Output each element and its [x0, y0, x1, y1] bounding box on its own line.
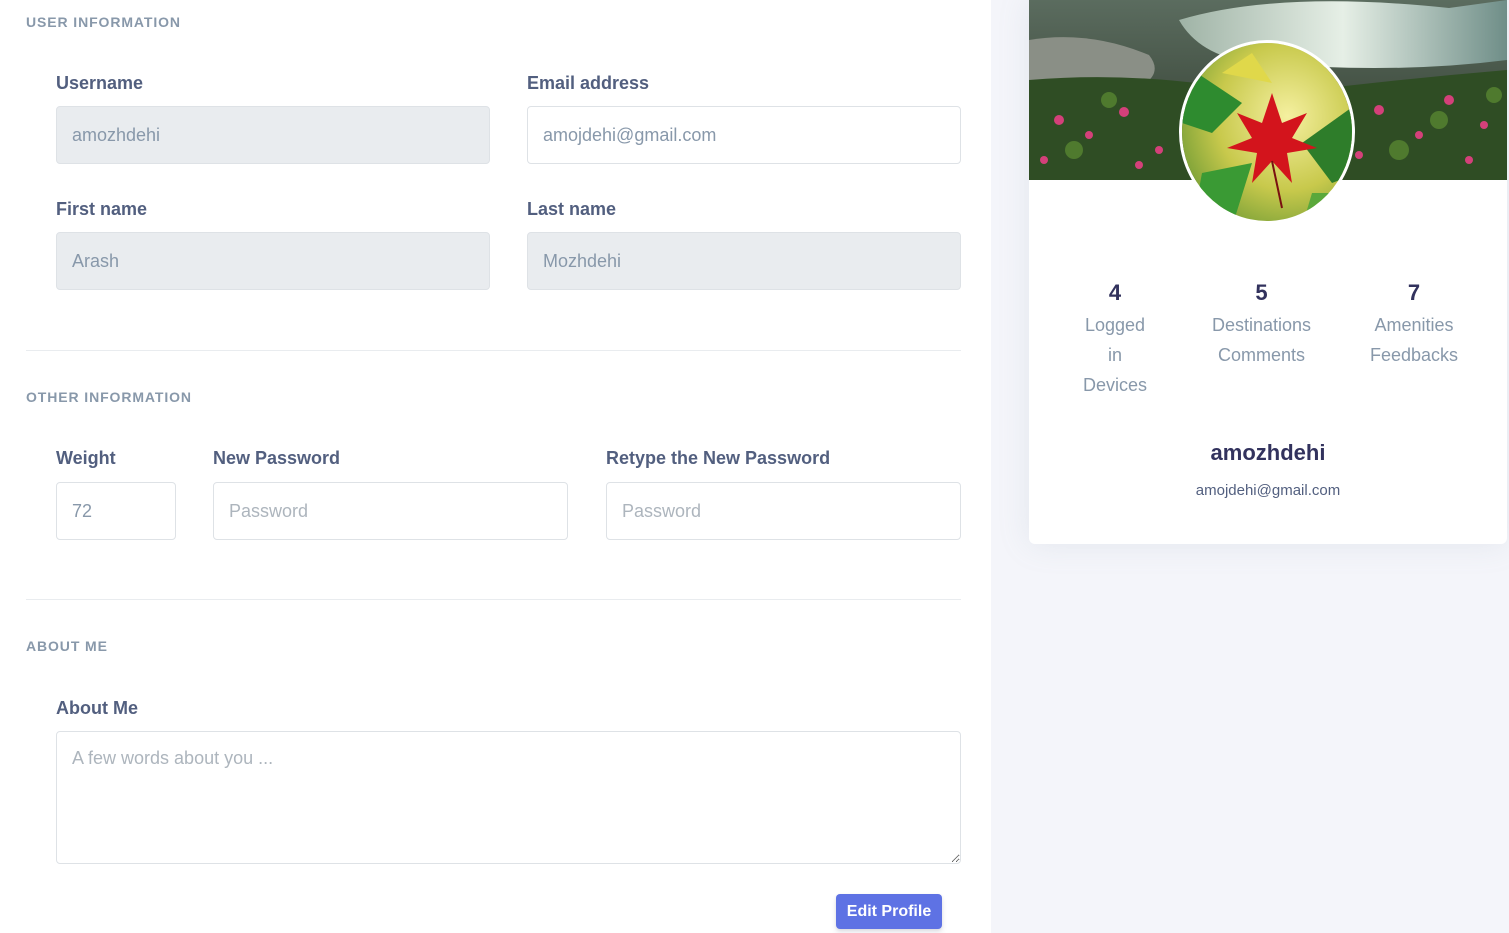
stat-label-line: Feedbacks — [1369, 345, 1459, 365]
section-divider — [26, 350, 961, 351]
retype-password-label: Retype the New Password — [606, 448, 831, 468]
section-divider — [26, 599, 961, 600]
stat-label-line: Amenities — [1374, 315, 1454, 335]
stat-destination-comments: 5 Destinations Comments — [1199, 280, 1324, 370]
section-heading-user-information: User information — [26, 14, 181, 30]
profile-edit-form: User information Username Email address … — [0, 0, 991, 933]
email-label: Email address — [527, 73, 650, 93]
stat-label-line: Comments — [1217, 345, 1306, 365]
stat-logged-devices: 4 Logged in Devices — [1060, 280, 1170, 400]
profile-card: 4 Logged in Devices 5 Destinations Comme… — [1029, 0, 1507, 544]
last-name-field[interactable] — [527, 232, 961, 290]
username-label: Username — [56, 73, 144, 93]
about-me-label: About Me — [56, 698, 138, 718]
last-name-label: Last name — [527, 199, 617, 219]
stat-value: 7 — [1407, 280, 1421, 305]
section-heading-other-information: Other information — [26, 389, 192, 405]
stat-value: 5 — [1255, 280, 1268, 305]
stat-amenity-feedbacks: 7 Amenities Feedbacks — [1354, 280, 1474, 370]
retype-password-field[interactable] — [606, 482, 961, 540]
email-field[interactable] — [527, 106, 961, 164]
profile-email: amojdehi@gmail.com — [1195, 482, 1341, 499]
edit-profile-button[interactable]: Edit Profile — [836, 894, 942, 929]
weight-label: Weight — [56, 448, 116, 468]
stat-label-line: Destinations — [1211, 315, 1312, 335]
first-name-label: First name — [56, 199, 148, 219]
about-me-textarea[interactable] — [56, 731, 961, 864]
first-name-field[interactable] — [56, 232, 490, 290]
stat-value: 4 — [1108, 280, 1122, 305]
profile-username: amozhdehi — [1210, 440, 1326, 465]
new-password-field[interactable] — [213, 482, 568, 540]
section-heading-about-me: About me — [26, 638, 108, 654]
avatar[interactable] — [1179, 40, 1355, 224]
stat-label-line: in — [1107, 345, 1122, 365]
weight-field[interactable] — [56, 482, 176, 540]
new-password-label: New Password — [213, 448, 341, 468]
stat-label-line: Logged — [1084, 315, 1146, 335]
stat-label-line: Devices — [1082, 375, 1148, 395]
username-field[interactable] — [56, 106, 490, 164]
